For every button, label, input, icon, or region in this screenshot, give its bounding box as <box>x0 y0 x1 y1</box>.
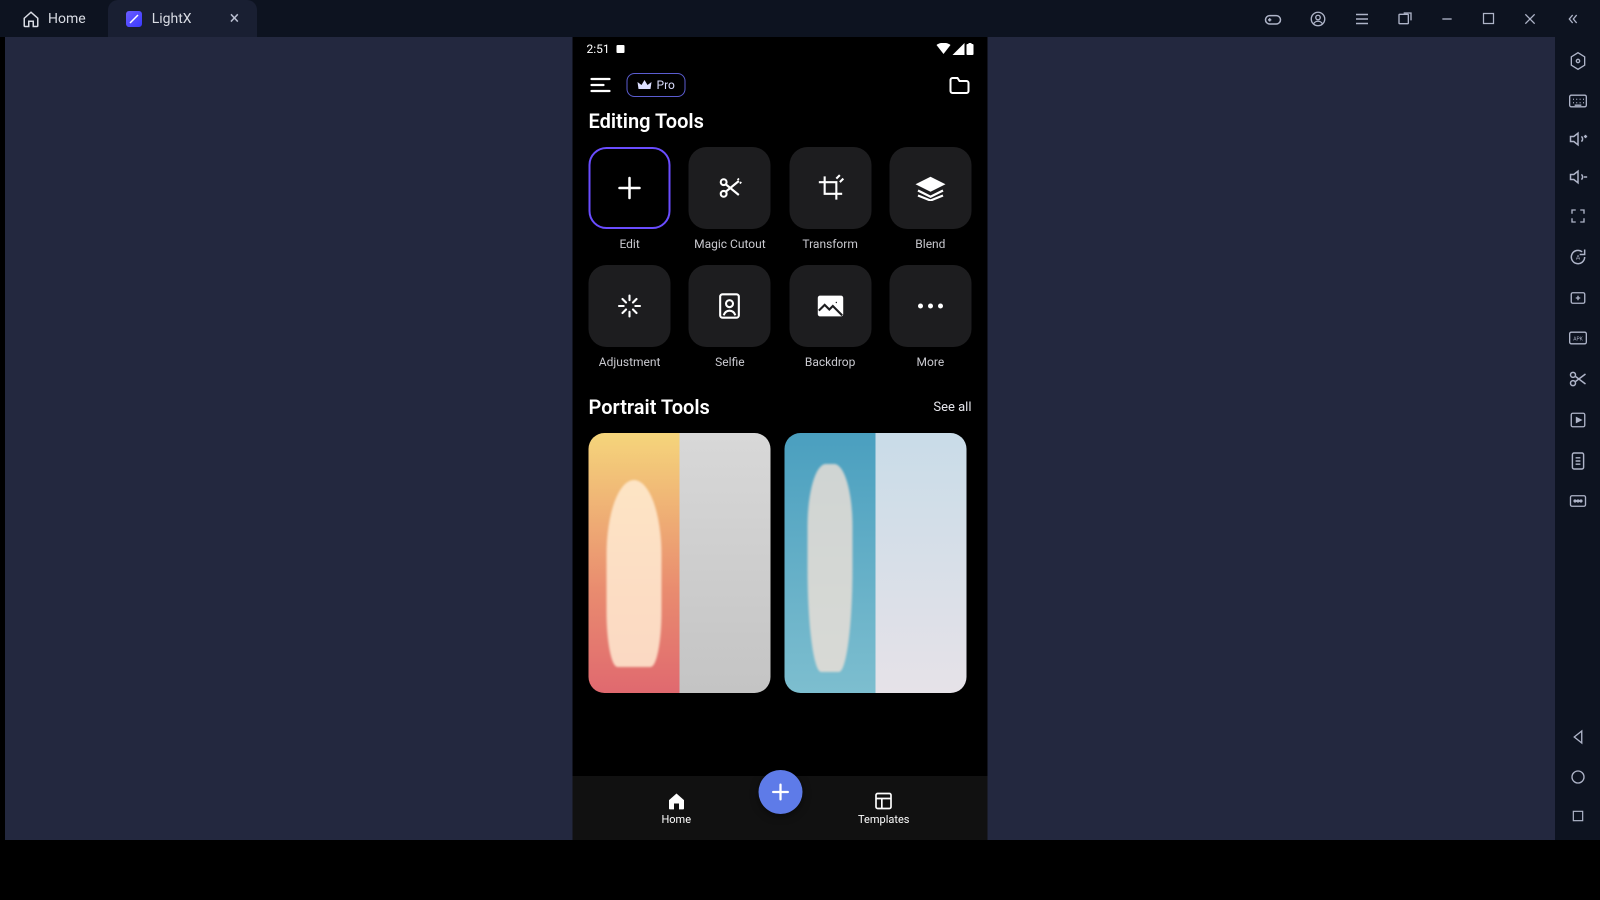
home-label: Home <box>48 11 86 27</box>
image-icon <box>789 265 871 347</box>
app-tab[interactable]: LightX × <box>108 0 257 37</box>
titlebar-left: Home LightX × <box>0 0 257 37</box>
templates-icon <box>874 791 894 811</box>
fullscreen-icon[interactable] <box>1569 207 1587 225</box>
nav-home[interactable]: Home <box>616 791 736 826</box>
home-icon <box>666 791 686 811</box>
tab-close-icon[interactable]: × <box>230 8 240 29</box>
android-status-bar: 2:51 <box>573 37 988 61</box>
status-notification-icon <box>616 44 626 54</box>
home-tab[interactable]: Home <box>0 0 108 37</box>
collapse-icon[interactable] <box>1564 11 1580 27</box>
emulator-sidebar: A APK <box>1555 37 1600 840</box>
portrait-header: Portrait Tools See all <box>589 395 972 419</box>
apk-icon[interactable]: APK <box>1568 329 1588 347</box>
account-icon[interactable] <box>1309 10 1327 28</box>
tool-backdrop[interactable]: Backdrop <box>789 265 871 369</box>
tool-label: Transform <box>802 237 858 251</box>
volume-up-icon[interactable] <box>1568 131 1588 147</box>
signal-icon <box>953 43 965 55</box>
tool-transform[interactable]: Transform <box>789 147 871 251</box>
fab-add[interactable] <box>758 770 802 814</box>
portrait-icon <box>689 265 771 347</box>
tool-label: Magic Cutout <box>694 237 766 251</box>
close-icon[interactable] <box>1522 11 1538 27</box>
crop-icon <box>789 147 871 229</box>
folder-icon[interactable] <box>948 74 972 96</box>
portrait-card[interactable] <box>589 433 771 693</box>
see-all-link[interactable]: See all <box>933 400 971 415</box>
maximize-icon[interactable] <box>1481 11 1496 26</box>
tool-edit[interactable]: Edit <box>589 147 671 251</box>
bottom-nav: Home Templates <box>573 776 988 840</box>
portrait-title: Portrait Tools <box>589 395 710 419</box>
home-circle-icon[interactable] <box>1569 768 1587 786</box>
tool-label: Edit <box>619 237 639 251</box>
tool-label: Adjustment <box>599 355 661 369</box>
tool-label: Selfie <box>715 355 744 369</box>
emulator-viewport: 2:51 Pro Editing Tool <box>5 37 1555 840</box>
keyboard-icon[interactable] <box>1568 93 1588 109</box>
document-icon[interactable] <box>1570 451 1586 471</box>
tool-blend[interactable]: Blend <box>889 147 971 251</box>
dots-icon <box>889 265 971 347</box>
tool-label: Blend <box>915 237 945 251</box>
nav-templates-label: Templates <box>858 813 909 826</box>
app-header: Pro <box>573 61 988 109</box>
more-icon[interactable] <box>1569 493 1587 509</box>
pro-label: Pro <box>657 78 675 92</box>
titlebar-right <box>1263 9 1600 29</box>
app-tab-label: LightX <box>152 11 192 27</box>
window-titlebar: Home LightX × <box>0 0 1600 37</box>
hexagon-icon[interactable] <box>1568 51 1588 71</box>
nav-templates[interactable]: Templates <box>824 791 944 826</box>
tool-more[interactable]: More <box>889 265 971 369</box>
volume-down-icon[interactable] <box>1568 169 1588 185</box>
nav-home-label: Home <box>661 813 691 826</box>
pro-badge[interactable]: Pro <box>627 73 686 97</box>
scissors-icon[interactable] <box>1568 369 1588 389</box>
tool-label: Backdrop <box>805 355 856 369</box>
media-icon[interactable] <box>1569 411 1587 429</box>
battery-icon <box>967 43 974 55</box>
plus-icon <box>769 781 791 803</box>
sparkle-icon <box>589 265 671 347</box>
portrait-cards <box>589 433 972 693</box>
menu-icon[interactable] <box>1353 10 1371 28</box>
popout-icon[interactable] <box>1397 11 1413 27</box>
hamburger-icon[interactable] <box>589 75 613 95</box>
phone-screen: 2:51 Pro Editing Tool <box>573 37 988 840</box>
editing-tools-section: Editing Tools Edit Magic Cutout <box>573 109 988 693</box>
wifi-icon <box>937 43 951 55</box>
back-triangle-icon[interactable] <box>1569 728 1587 746</box>
svg-text:APK: APK <box>1573 337 1583 343</box>
home-icon <box>22 10 40 28</box>
editing-tools-grid: Edit Magic Cutout Transform <box>589 147 972 369</box>
minimize-icon[interactable] <box>1439 11 1455 27</box>
crown-icon <box>638 79 652 91</box>
status-time: 2:51 <box>587 42 610 56</box>
svg-text:A: A <box>1575 254 1580 262</box>
portrait-card[interactable] <box>785 433 967 693</box>
editing-tools-title: Editing Tools <box>589 109 972 133</box>
tool-magic-cutout[interactable]: Magic Cutout <box>689 147 771 251</box>
recents-square-icon[interactable] <box>1570 808 1586 824</box>
rotate-icon[interactable]: A <box>1568 247 1588 267</box>
tool-label: More <box>917 355 945 369</box>
plus-icon <box>589 147 671 229</box>
scissors-magic-icon <box>689 147 771 229</box>
tool-selfie[interactable]: Selfie <box>689 265 771 369</box>
add-panel-icon[interactable] <box>1569 289 1587 307</box>
gamepad-icon[interactable] <box>1263 9 1283 29</box>
layers-icon <box>889 147 971 229</box>
tool-adjustment[interactable]: Adjustment <box>589 265 671 369</box>
app-tab-icon <box>126 11 142 27</box>
